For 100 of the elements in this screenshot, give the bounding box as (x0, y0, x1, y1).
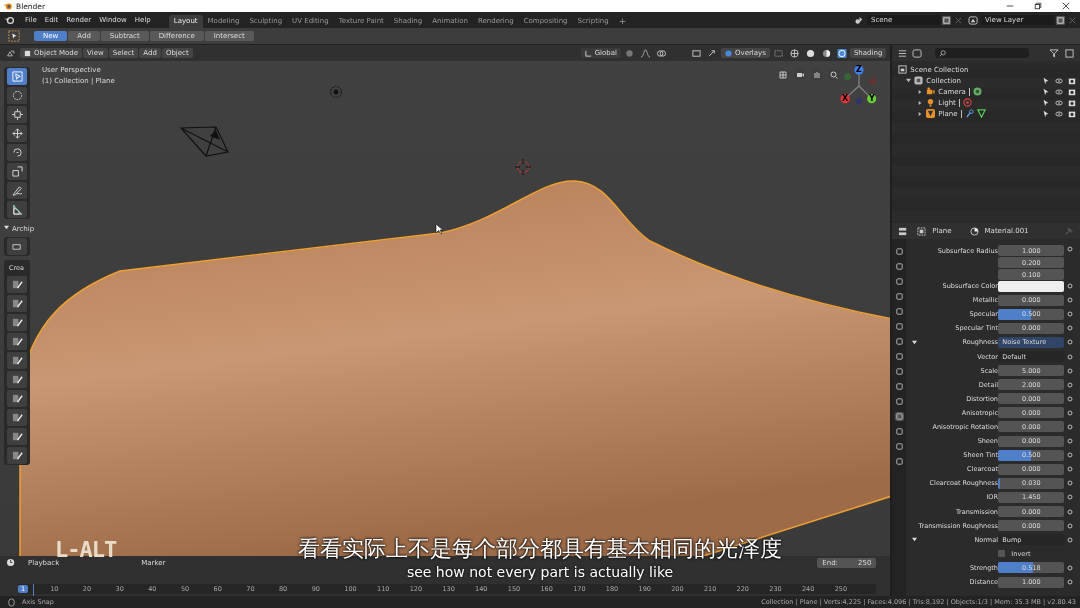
light-icon (329, 85, 343, 99)
collection-icon (898, 65, 908, 74)
socket-dot-icon[interactable] (1066, 465, 1074, 474)
collapse-arrow-icon[interactable] (912, 339, 918, 345)
mesh-object-icon (926, 109, 936, 118)
eye-icon[interactable] (1055, 76, 1063, 85)
editor-type-icon[interactable] (897, 48, 909, 58)
app-logo-icon (3, 1, 13, 11)
socket-dot-icon[interactable] (1066, 310, 1074, 319)
visibility-icon[interactable] (691, 48, 703, 58)
camera-icon[interactable] (1068, 76, 1076, 85)
addon-tool-icon[interactable] (7, 238, 27, 255)
tool-button[interactable] (7, 201, 27, 218)
socket-dot-icon[interactable] (1066, 408, 1074, 417)
mouse-pointer-icon (435, 223, 443, 235)
socket-dot-icon[interactable] (1066, 437, 1074, 446)
eye-icon[interactable] (1055, 109, 1063, 118)
pen-icon (11, 185, 23, 196)
xray-icon[interactable] (772, 48, 784, 58)
socket-dot-icon[interactable] (1066, 451, 1074, 460)
mesh-data-icon (976, 109, 986, 118)
checkbox[interactable] (998, 550, 1006, 558)
filter-icon[interactable] (1049, 48, 1060, 58)
socket-dot-icon[interactable] (1066, 296, 1074, 305)
wireframe-shading-icon[interactable] (788, 48, 800, 58)
addon-tool-icon[interactable] (7, 390, 27, 407)
expand-arrow-icon[interactable] (918, 100, 923, 105)
socket-dot-icon[interactable] (1066, 563, 1074, 572)
camera-icon[interactable] (1068, 87, 1076, 96)
light-bulb-icon (926, 98, 936, 107)
socket-dot-icon[interactable] (1066, 535, 1074, 544)
zoom-icon[interactable] (828, 69, 840, 81)
object-icon (916, 226, 928, 236)
material-shading-icon[interactable] (820, 48, 832, 58)
grid-view-icon[interactable] (777, 69, 789, 81)
solid-shading-icon[interactable] (804, 48, 816, 58)
socket-dot-icon[interactable] (1066, 380, 1074, 389)
socket-dot-icon[interactable] (1066, 366, 1074, 375)
tool-button[interactable] (7, 68, 27, 85)
axis-label: Z (856, 66, 862, 74)
socket-dot-icon[interactable] (1066, 423, 1074, 431)
axis-label: Y (869, 95, 875, 103)
camera-icon[interactable] (1068, 109, 1076, 118)
copy-icon[interactable] (942, 15, 951, 25)
addon-tool-icon[interactable] (7, 333, 27, 350)
socket-dot-icon[interactable] (1066, 338, 1074, 347)
socket-dot-icon[interactable] (1066, 507, 1074, 516)
editor-type-icon[interactable] (6, 48, 17, 58)
expand-arrow-icon[interactable] (918, 111, 923, 116)
socket-dot-icon[interactable] (1066, 282, 1074, 291)
search-field[interactable] (935, 48, 1030, 58)
addon-tool-icon[interactable] (7, 276, 27, 293)
expand-arrow-icon[interactable] (918, 89, 923, 94)
snap-icon[interactable] (624, 48, 636, 58)
socket-dot-icon[interactable] (1066, 578, 1074, 586)
add-workspace-button[interactable]: + (613, 15, 632, 28)
scene-icon[interactable] (854, 15, 865, 25)
select-tool-icon[interactable] (8, 30, 20, 42)
tool-button[interactable] (7, 87, 27, 104)
color-swatch[interactable] (998, 280, 1065, 292)
expand-arrow-icon[interactable] (906, 78, 912, 83)
rendered-shading-icon[interactable] (836, 48, 847, 58)
addon-tool-icon[interactable] (7, 295, 27, 312)
3d-cursor-icon (515, 159, 531, 175)
addon-tool-icon[interactable] (7, 428, 27, 445)
eye-icon[interactable] (1055, 87, 1063, 96)
layers-icon[interactable] (968, 15, 979, 25)
socket-dot-icon[interactable] (1066, 493, 1074, 502)
new-collection-icon[interactable] (1064, 48, 1075, 58)
link-icon[interactable] (656, 48, 668, 58)
socket-dot-icon[interactable] (1066, 479, 1074, 488)
proportional-edit-icon[interactable] (640, 48, 652, 58)
tool-button[interactable] (7, 125, 27, 142)
material-icon (968, 226, 980, 236)
socket-dot-icon[interactable] (1066, 394, 1074, 403)
display-mode-icon[interactable] (912, 48, 924, 58)
collapse-arrow-icon[interactable] (912, 537, 918, 543)
socket-dot-icon[interactable] (1066, 324, 1074, 333)
rotate-icon (11, 147, 23, 158)
blender-logo-icon[interactable] (4, 15, 15, 25)
tool-button[interactable] (7, 106, 27, 123)
socket-dot-icon[interactable] (1066, 352, 1074, 361)
eye-icon[interactable] (1055, 98, 1063, 107)
tool-button[interactable] (7, 163, 27, 180)
tool-button[interactable] (7, 182, 27, 199)
addon-tool-icon[interactable] (7, 371, 27, 388)
select-box-icon (11, 71, 23, 82)
copy-icon[interactable] (1056, 15, 1065, 25)
addon-tool-icon[interactable] (7, 314, 27, 331)
addon-tool-icon[interactable] (7, 447, 27, 464)
axis-label: X (842, 95, 849, 103)
tool-button[interactable] (7, 144, 27, 161)
addon-tool-icon[interactable] (7, 409, 27, 426)
socket-dot-icon[interactable] (1066, 245, 1074, 253)
addon-tool-icon[interactable] (7, 352, 27, 369)
axis-icon (584, 49, 592, 57)
hand-icon[interactable] (811, 69, 823, 81)
clock-icon[interactable] (6, 558, 17, 567)
camera-icon[interactable] (1068, 98, 1076, 107)
socket-dot-icon[interactable] (1066, 521, 1074, 530)
